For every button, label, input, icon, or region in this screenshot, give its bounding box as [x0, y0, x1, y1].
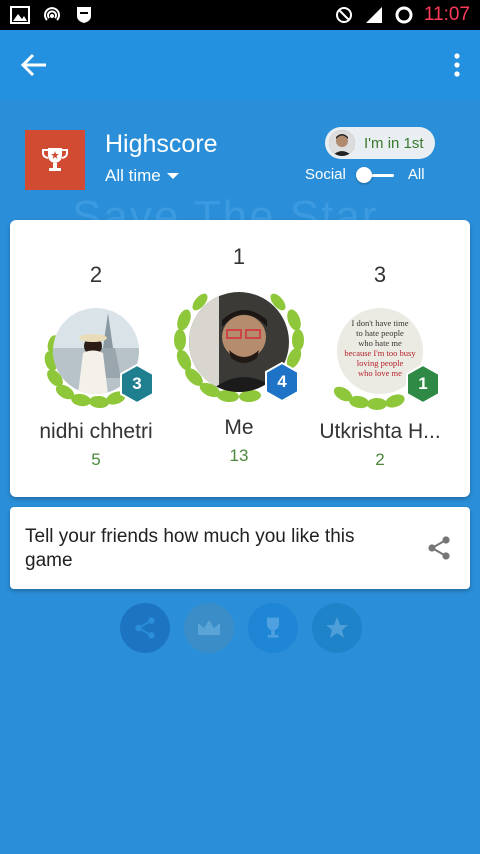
trophy-icon [266, 617, 280, 638]
trophy-icon [42, 148, 68, 171]
caret-down-icon [166, 173, 179, 179]
sync-icon [395, 6, 413, 24]
trophy-round-button [248, 603, 298, 653]
social-all-switch[interactable] [355, 166, 398, 183]
level-badge: 3 [119, 364, 155, 404]
crown-round-button [184, 603, 234, 653]
time-period-label: All time [105, 166, 161, 185]
podium-player-3[interactable]: 3 I don't have time to hate people who h… [315, 262, 445, 470]
my-rank-label: I'm in 1st [364, 134, 424, 152]
share-prompt-text: Tell your friends how much you like this… [25, 526, 355, 571]
share-icon[interactable] [426, 535, 452, 561]
blocked-icon [335, 7, 352, 23]
rank-number: 1 [232, 244, 246, 269]
signal-icon [365, 7, 382, 23]
player-score: 2 [375, 450, 385, 469]
toggle-all-label: All [407, 166, 425, 183]
hotspot-icon [44, 7, 60, 21]
toggle-social-label: Social [305, 166, 346, 183]
avatar [329, 130, 355, 156]
share-round-button [120, 603, 170, 653]
crown-icon [198, 620, 220, 635]
podium-card: 2 3 nidhi chhetri 5 1 4 Me 13 3 I don't … [10, 220, 470, 497]
image-icon [10, 6, 30, 24]
status-bar: 11:07 [0, 0, 480, 30]
rank-number: 3 [373, 262, 387, 287]
clock: 11:07 [423, 4, 470, 25]
level-badge: 4 [264, 362, 300, 402]
svg-text:because I'm too busy: because I'm too busy [344, 348, 416, 358]
shield-icon [77, 7, 91, 23]
time-period-dropdown[interactable]: All time [105, 166, 179, 186]
player-score: 13 [229, 446, 249, 465]
player-score: 5 [91, 450, 101, 469]
star-icon [326, 617, 348, 638]
svg-text:I don't have time: I don't have time [351, 318, 408, 328]
scope-toggle-row: Social All [305, 166, 425, 183]
level-badge: 1 [405, 364, 441, 404]
page-title: Highscore [105, 130, 218, 158]
background-action-buttons [120, 603, 362, 653]
my-rank-chip[interactable]: I'm in 1st [325, 127, 435, 159]
svg-text:who hate me: who hate me [358, 338, 402, 348]
more-vert-icon[interactable] [452, 52, 462, 78]
player-name: Me [224, 416, 254, 439]
leaderboard-badge[interactable] [25, 130, 85, 190]
leaderboard-header: Save The Star Highscore All time I'm in … [0, 100, 480, 241]
podium-player-1[interactable]: 1 4 Me 13 [169, 244, 309, 466]
share-card[interactable]: Tell your friends how much you like this… [10, 507, 470, 589]
podium-player-2[interactable]: 2 3 nidhi chhetri 5 [31, 262, 161, 470]
rank-number: 2 [89, 262, 103, 287]
player-name: nidhi chhetri [39, 420, 153, 443]
player-name: Utkrishta H... [319, 420, 441, 443]
star-round-button [312, 603, 362, 653]
svg-text:to hate people: to hate people [356, 328, 404, 338]
share-icon [135, 617, 155, 639]
arrow-left-icon[interactable] [20, 52, 50, 78]
svg-text:loving people: loving people [357, 358, 404, 368]
svg-text:who love me: who love me [358, 368, 402, 378]
app-bar [0, 30, 480, 100]
